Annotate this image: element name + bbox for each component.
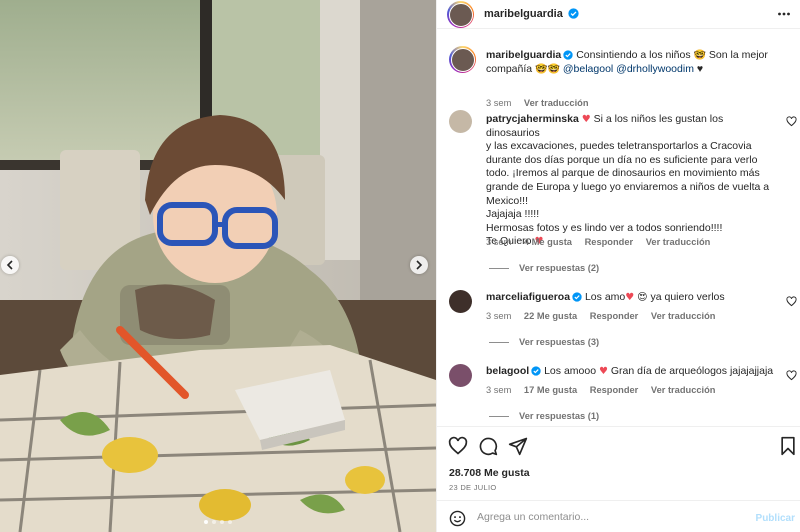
replies-divider <box>489 341 509 343</box>
chevron-left-icon <box>6 260 13 270</box>
bookmark-icon[interactable] <box>779 436 797 456</box>
replies-divider <box>489 415 509 417</box>
comment-username[interactable]: belagool <box>486 365 529 377</box>
comment-line: durante dos días porque un día no es suf… <box>486 153 758 166</box>
post-photo[interactable] <box>0 0 436 532</box>
comment-body: Los amooo <box>544 365 597 377</box>
replies-divider <box>489 267 509 269</box>
comment-username[interactable]: marceliafigueroa <box>486 291 570 303</box>
comment-username[interactable]: patrycjaherminska <box>486 113 579 125</box>
caption-meta: 3 sem Ver traducción <box>486 98 599 108</box>
comment-body-end: ya quiero verlos <box>650 291 725 303</box>
comment-input[interactable] <box>477 509 747 525</box>
verified-badge-icon <box>572 292 582 302</box>
translate-link[interactable]: Ver traducción <box>646 237 711 247</box>
view-replies-label: Ver respuestas (2) <box>519 263 600 273</box>
verified-badge-icon <box>531 366 541 376</box>
caption-avatar[interactable] <box>449 46 476 73</box>
comment-text: belagool Los amooo ♥ Gran día de arqueól… <box>486 365 778 379</box>
publish-button[interactable]: Publicar <box>756 513 795 524</box>
translate-link[interactable]: Ver traducción <box>651 311 716 321</box>
caption-time: 3 sem <box>486 98 512 108</box>
view-replies-button[interactable]: Ver respuestas (2) <box>489 263 599 273</box>
like-comment-heart-icon[interactable] <box>786 116 797 127</box>
comment-time: 3 sem <box>486 385 512 395</box>
reply-button[interactable]: Responder <box>585 237 634 247</box>
red-heart-emoji: ♥ <box>625 292 635 303</box>
caption-translate-link[interactable]: Ver traducción <box>524 98 589 108</box>
comment-likes[interactable]: 4 Me gusta <box>524 237 572 247</box>
comment-line: Mexico!!! <box>486 194 529 207</box>
emoji-icon[interactable] <box>449 510 466 527</box>
comment-line: Jajajaja !!!!! <box>486 208 540 221</box>
post-date: 23 DE JULIO <box>449 483 497 492</box>
reply-button[interactable]: Responder <box>590 385 639 395</box>
verified-badge-icon <box>568 8 579 19</box>
author-avatar[interactable] <box>447 1 474 28</box>
view-replies-label: Ver respuestas (1) <box>519 411 600 421</box>
heart-icon[interactable] <box>448 436 468 456</box>
author-username[interactable]: maribelguardia <box>484 8 563 20</box>
verified-badge-icon <box>563 50 573 60</box>
likes-count[interactable]: 28.708 Me gusta <box>449 467 530 479</box>
reply-button[interactable]: Responder <box>590 311 639 321</box>
nerd-face-emoji-pair: 🤓🤓 <box>535 63 560 75</box>
comment-text: patrycjaherminska ♥ Si a los niños les g… <box>486 113 778 249</box>
comment-line: y las excavaciones, puedes teletransport… <box>486 140 752 153</box>
post-header: maribelguardia <box>437 0 800 29</box>
caption-heart: ♥ <box>696 62 704 75</box>
caption-text: maribelguardia Consintiendo a los niños … <box>486 49 778 76</box>
chevron-right-icon <box>416 260 423 270</box>
comment-meta: 3 sem 22 Me gusta Responder Ver traducci… <box>486 311 725 321</box>
photo-illustration <box>0 0 436 532</box>
comment-body: Los amo <box>584 291 626 303</box>
translate-link[interactable]: Ver traducción <box>651 385 716 395</box>
comments-list[interactable]: maribelguardia Consintiendo a los niños … <box>437 30 800 426</box>
comment-composer: Publicar <box>437 500 800 532</box>
comment-line: Hermosas fotos y es lindo ver a todos so… <box>486 221 723 234</box>
commenter-avatar[interactable] <box>449 364 472 387</box>
caption-username[interactable]: maribelguardia <box>486 49 561 61</box>
action-bar: 28.708 Me gusta 23 DE JULIO <box>437 426 800 494</box>
nerd-face-emoji: 🤓 <box>693 50 706 61</box>
more-options-icon[interactable] <box>777 7 791 21</box>
comment-time: 3 sem <box>486 237 512 247</box>
post-details-panel: maribelguardia maribelguardia Consintien… <box>436 0 800 532</box>
mention-drhollywoodim[interactable]: @drhollywoodim <box>616 63 694 75</box>
comment-line: grande de Europa y luego yo enviaremos a… <box>486 180 770 193</box>
like-comment-heart-icon[interactable] <box>786 296 797 307</box>
comment-time: 3 sem <box>486 311 512 321</box>
view-replies-button[interactable]: Ver respuestas (1) <box>489 411 599 421</box>
view-replies-button[interactable]: Ver respuestas (3) <box>489 337 599 347</box>
commenter-avatar[interactable] <box>449 110 472 133</box>
mention-belagool[interactable]: @belagool <box>563 63 613 75</box>
caption-text-part-1: Consintiendo a los niños <box>576 49 691 61</box>
previous-photo-button[interactable] <box>1 256 19 274</box>
comment-meta: 3 sem 4 Me gusta Responder Ver traducció… <box>486 237 720 247</box>
next-photo-button[interactable] <box>410 256 428 274</box>
red-heart-emoji: ♥ <box>581 114 591 125</box>
comment-likes[interactable]: 17 Me gusta <box>524 385 577 395</box>
send-icon[interactable] <box>508 436 528 456</box>
comment-line: todo. ¡Iremos al parque de dinosaurios e… <box>486 167 760 180</box>
commenter-avatar[interactable] <box>449 290 472 313</box>
comment-body-end: Gran día de arqueólogos jajajajjaja <box>610 365 774 377</box>
like-comment-heart-icon[interactable] <box>786 370 797 381</box>
author-name-row: maribelguardia <box>484 8 579 20</box>
comment-likes[interactable]: 22 Me gusta <box>524 311 577 321</box>
red-heart-emoji: ♥ <box>598 366 608 377</box>
comment-icon[interactable] <box>478 436 498 456</box>
view-replies-label: Ver respuestas (3) <box>519 337 600 347</box>
comment-text: marceliafigueroa Los amo♥ 😍 ya quiero ve… <box>486 291 778 305</box>
comment-meta: 3 sem 17 Me gusta Responder Ver traducci… <box>486 385 725 395</box>
heart-eyes-emoji: 😍 <box>637 292 648 303</box>
